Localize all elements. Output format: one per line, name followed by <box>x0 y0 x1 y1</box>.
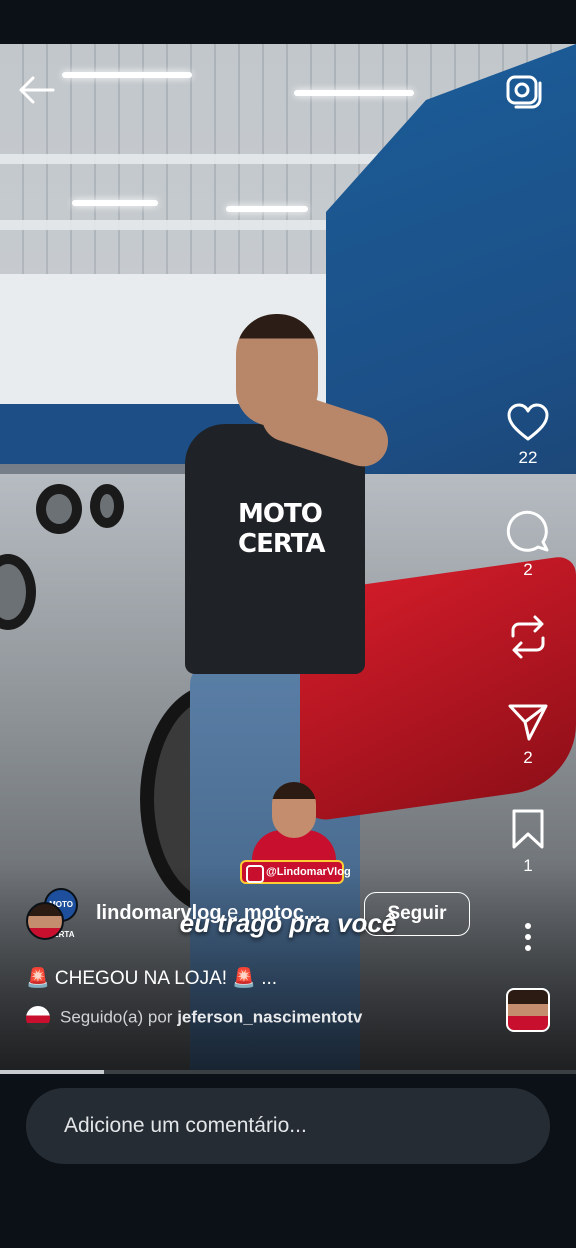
camera-button[interactable] <box>502 70 546 110</box>
ceiling-light <box>294 90 414 96</box>
background-bike-wheel <box>36 484 82 534</box>
comment-bar <box>0 1074 576 1248</box>
creator-sticker: @LindomarVlog <box>240 782 351 884</box>
share-count: 2 <box>523 748 533 767</box>
ceiling-light <box>72 200 158 206</box>
person-head <box>236 314 318 426</box>
status-bar <box>0 0 576 44</box>
author-username[interactable]: lindomarvlog <box>96 902 222 924</box>
audio-thumbnail[interactable] <box>506 988 550 1032</box>
comment-input[interactable] <box>26 1088 550 1164</box>
ceiling-light <box>226 206 308 212</box>
like-button[interactable]: 22 <box>504 402 552 468</box>
more-button[interactable] <box>504 922 552 952</box>
repost-icon <box>511 615 545 659</box>
comment-count: 2 <box>523 560 533 579</box>
followed-by-row[interactable]: Seguido(a) por jeferson_nascimentotv <box>26 1006 362 1030</box>
arrow-left-icon <box>19 76 55 104</box>
follower-username[interactable]: jeferson_nascimentotv <box>177 1007 362 1026</box>
share-button[interactable]: 2 <box>504 702 552 768</box>
save-button[interactable]: 1 <box>504 808 552 876</box>
author-names[interactable]: lindomarvlog e motoc... <box>96 902 321 925</box>
heart-icon <box>507 403 549 441</box>
comment-button[interactable]: 2 <box>504 508 552 580</box>
like-count: 22 <box>518 448 538 467</box>
post-caption[interactable]: 🚨 CHEGOU NA LOJA! 🚨 ... <box>26 966 277 990</box>
collaborator-username[interactable]: motoc... <box>244 902 321 924</box>
bookmark-icon <box>512 809 544 849</box>
ceiling-light <box>62 72 192 78</box>
sticker-face <box>272 782 316 838</box>
back-button[interactable] <box>14 70 58 110</box>
more-vertical-icon <box>525 923 531 951</box>
follow-button[interactable]: Seguir <box>364 892 470 936</box>
comment-icon <box>506 510 549 552</box>
author-avatar <box>26 902 64 940</box>
author-avatars[interactable]: MOTO CERTA <box>26 888 82 944</box>
camera-icon <box>506 75 542 109</box>
repost-button[interactable] <box>504 614 552 660</box>
shirt-logo: MOTO CERTA <box>238 499 326 559</box>
author-joiner: e <box>221 902 244 924</box>
follower-avatar <box>26 1006 50 1030</box>
followed-by-label: Seguido(a) por <box>60 1007 178 1027</box>
sticker-handle: @LindomarVlog <box>240 860 351 884</box>
save-count: 1 <box>523 856 533 875</box>
author-row: MOTO CERTA lindomarvlog e motoc... Segui… <box>26 888 486 944</box>
send-icon <box>508 704 548 741</box>
background-bike-wheel <box>90 484 124 528</box>
